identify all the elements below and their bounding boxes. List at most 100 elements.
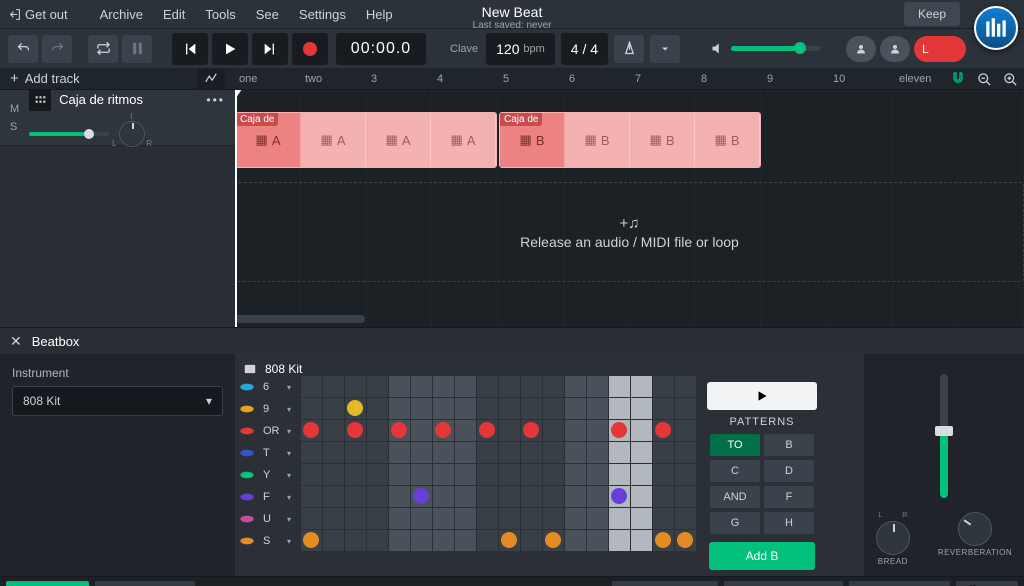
sequencer-cell[interactable] (345, 442, 366, 463)
sequencer-cell[interactable] (543, 486, 564, 507)
sequencer-cell[interactable] (323, 420, 344, 441)
sequencer-cell[interactable] (345, 420, 366, 441)
drum-sound-menu[interactable]: ▾ (287, 471, 297, 480)
sequencer-cell[interactable] (521, 442, 542, 463)
sequencer-cell[interactable] (411, 530, 432, 551)
sequencer-cell[interactable] (653, 508, 674, 529)
zoom-out-icon[interactable] (974, 69, 994, 89)
sequencer-cell[interactable] (345, 508, 366, 529)
sequencer-cell[interactable] (565, 442, 586, 463)
sequencer-cell[interactable] (477, 442, 498, 463)
menu-edit[interactable]: Edit (153, 7, 195, 22)
tempo-box[interactable]: 120 bpm (486, 33, 555, 65)
automation-button[interactable] (197, 68, 225, 90)
clip-group-a[interactable]: Caja de ▦ A ▦ A ▦ A ▦ A (235, 112, 497, 168)
metronome-button[interactable] (122, 35, 152, 63)
sequencer-cell[interactable] (587, 420, 608, 441)
sequencer-cell[interactable] (675, 376, 696, 397)
sequencer-cell[interactable] (411, 398, 432, 419)
sequencer-cell[interactable] (367, 486, 388, 507)
sequencer-cell[interactable] (411, 420, 432, 441)
sequencer-cell[interactable] (631, 420, 652, 441)
play-pattern-button[interactable] (707, 382, 817, 410)
sequencer-cell[interactable] (433, 420, 454, 441)
menu-tools[interactable]: Tools (195, 7, 245, 22)
sequencer-cell[interactable] (301, 486, 322, 507)
sequencer-cell[interactable] (499, 398, 520, 419)
sequencer-cell[interactable] (631, 376, 652, 397)
sequencer-cell[interactable] (345, 398, 366, 419)
snap-icon[interactable] (948, 69, 968, 89)
zoom-in-icon[interactable] (1000, 69, 1020, 89)
sequencer-cell[interactable] (653, 486, 674, 507)
sequencer-cell[interactable] (345, 376, 366, 397)
sequencer-cell[interactable] (609, 464, 630, 485)
sequencer-cell[interactable] (345, 464, 366, 485)
sequencer-cell[interactable] (631, 398, 652, 419)
drum-sound-menu[interactable]: ▾ (287, 515, 297, 524)
sequencer-cell[interactable] (609, 486, 630, 507)
drum-sound-icon[interactable] (235, 464, 259, 486)
sequencer-cell[interactable] (543, 376, 564, 397)
get-out-button[interactable]: Get out (8, 7, 68, 22)
sequencer-cell[interactable] (609, 420, 630, 441)
sequencer-cell[interactable] (675, 464, 696, 485)
sequencer-cell[interactable] (367, 420, 388, 441)
sequencer-cell[interactable] (389, 486, 410, 507)
sequencer-cell[interactable] (477, 464, 498, 485)
undo-button[interactable] (8, 35, 38, 63)
drum-sound-menu[interactable]: ▾ (287, 405, 297, 414)
pattern-cell[interactable]: B (764, 434, 814, 456)
skip-back-button[interactable] (172, 33, 208, 65)
sequencer-cell[interactable] (477, 530, 498, 551)
drum-sound-menu[interactable]: ▾ (287, 383, 297, 392)
sequencer-cell[interactable] (433, 530, 454, 551)
sequencer-cell[interactable] (477, 398, 498, 419)
pattern-cell[interactable]: H (764, 512, 814, 534)
sequencer-cell[interactable] (389, 442, 410, 463)
midi-map-button[interactable]: ▦ Mapeos MIDI (849, 581, 950, 586)
sequencer-cell[interactable] (587, 530, 608, 551)
sounds-button[interactable]: ◉ BandLab Sounds (724, 581, 843, 586)
sequencer-cell[interactable] (609, 442, 630, 463)
sequencer-cell[interactable] (653, 530, 674, 551)
sequencer-cell[interactable] (631, 442, 652, 463)
horizontal-scrollbar[interactable] (235, 315, 365, 323)
track-pan-knob[interactable] (119, 121, 145, 147)
sequencer-cell[interactable] (521, 420, 542, 441)
menu-help[interactable]: Help (356, 7, 403, 22)
sequencer-cell[interactable] (389, 398, 410, 419)
sequencer-cell[interactable] (367, 398, 388, 419)
chat-button[interactable]: 💬 Chat (956, 581, 1018, 586)
sequencer-cell[interactable] (455, 442, 476, 463)
sequencer-cell[interactable] (587, 442, 608, 463)
sequencer-cell[interactable] (389, 376, 410, 397)
sequencer-cell[interactable] (521, 398, 542, 419)
sequencer-cell[interactable] (455, 420, 476, 441)
sequencer-cell[interactable] (565, 376, 586, 397)
sequencer-cell[interactable] (499, 420, 520, 441)
sequencer-cell[interactable] (609, 376, 630, 397)
add-user-button[interactable] (846, 36, 876, 62)
clip-group-b[interactable]: Caja de ▦ B ▦ B ▦ B ▦ B (499, 112, 761, 168)
menu-archive[interactable]: Archive (90, 7, 153, 22)
sequencer-cell[interactable] (477, 486, 498, 507)
instrument-tab[interactable]: ▮ Instrument (6, 581, 89, 586)
sequencer-cell[interactable] (587, 398, 608, 419)
drum-sound-menu[interactable]: ▾ (287, 493, 297, 502)
loop-button[interactable] (88, 35, 118, 63)
solo-button[interactable]: S (10, 121, 19, 133)
sequencer-cell[interactable] (389, 530, 410, 551)
sequencer-cell[interactable] (455, 464, 476, 485)
sequencer-cell[interactable] (455, 376, 476, 397)
sequencer-cell[interactable] (499, 530, 520, 551)
sequencer-cell[interactable] (587, 376, 608, 397)
sequencer-cell[interactable] (521, 530, 542, 551)
sequencer-cell[interactable] (543, 398, 564, 419)
pattern-cell[interactable]: F (764, 486, 814, 508)
sequencer-cell[interactable] (543, 530, 564, 551)
sequencer-cell[interactable] (543, 508, 564, 529)
sequencer-cell[interactable] (367, 508, 388, 529)
redo-button[interactable] (42, 35, 72, 63)
keep-button[interactable]: Keep (904, 2, 960, 26)
